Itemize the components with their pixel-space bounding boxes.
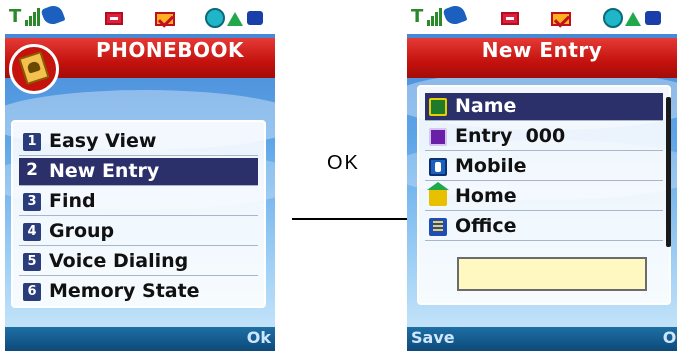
message-icon: [105, 12, 123, 25]
menu-item-label: Find: [49, 190, 96, 212]
status-bar: T: [5, 0, 275, 34]
phone-icon: [442, 3, 468, 27]
field-label: Mobile: [455, 155, 527, 177]
field-home[interactable]: Home: [425, 182, 663, 211]
alarm-clock-icon: [205, 8, 225, 28]
envelope-icon: [551, 12, 571, 26]
field-label: Office: [455, 215, 517, 237]
entry-number-icon: [429, 128, 447, 146]
entry-text-field[interactable]: [457, 257, 647, 291]
menu-list: 1 Easy View 2 New Entry 3 Find 4 Group 5…: [11, 120, 266, 308]
field-label: Home: [455, 185, 517, 207]
field-mobile[interactable]: Mobile: [425, 153, 663, 181]
menu-item-new-entry[interactable]: 2 New Entry: [19, 158, 258, 186]
transition-label: OK: [327, 152, 360, 174]
save-softkey[interactable]: Save: [411, 328, 455, 347]
mobile-phone-icon: [429, 158, 447, 176]
triangle-icon: [227, 12, 243, 26]
home-icon: [427, 182, 449, 206]
battery-icon: [645, 11, 661, 25]
menu-number-badge: 2: [26, 160, 38, 180]
triangle-icon: [625, 12, 641, 26]
menu-number-badge: 4: [23, 223, 41, 241]
scrollbar[interactable]: [666, 97, 671, 247]
field-label: Name: [455, 95, 517, 117]
title-bar: New Entry: [407, 38, 677, 78]
menu-number-badge: 1: [23, 133, 41, 151]
page-title: New Entry: [481, 38, 603, 62]
ok-softkey[interactable]: Ok: [663, 328, 677, 347]
name-card-icon: [429, 98, 447, 116]
softkey-bar: Save Ok: [407, 327, 677, 351]
signal-bars-icon: [25, 8, 41, 26]
menu-item-label: New Entry: [49, 160, 160, 182]
menu-item-find[interactable]: 3 Find: [19, 188, 258, 216]
menu-item-memory-state[interactable]: 6 Memory State: [19, 278, 258, 306]
menu-item-label: Group: [49, 220, 115, 242]
menu-item-label: Voice Dialing: [49, 250, 189, 272]
menu-item-voice-dialing[interactable]: 5 Voice Dialing: [19, 248, 258, 276]
signal-bars-icon: [427, 8, 443, 26]
office-building-icon: [429, 218, 447, 236]
field-label: Entry 000: [455, 125, 566, 147]
envelope-icon: [155, 12, 175, 26]
phonebook-screen: T PHONEBOOK 1 Easy View 2 New Entry 3 Fi…: [5, 0, 275, 351]
menu-item-group[interactable]: 4 Group: [19, 218, 258, 246]
menu-item-easy-view[interactable]: 1 Easy View: [19, 128, 258, 156]
menu-number-badge: 6: [23, 283, 41, 301]
field-name[interactable]: Name: [425, 93, 663, 121]
signal-icon: T: [411, 6, 424, 27]
menu-number-badge: 3: [23, 193, 41, 211]
alarm-clock-icon: [603, 8, 623, 28]
entry-form: Name Entry 000 Mobile Home Office: [417, 85, 671, 305]
ok-softkey[interactable]: Ok: [247, 328, 271, 347]
menu-item-label: Memory State: [49, 280, 200, 302]
transition-arrow-line: [292, 218, 408, 220]
field-entry[interactable]: Entry 000: [425, 123, 663, 151]
menu-number-badge: 5: [23, 253, 41, 271]
phone-icon: [40, 3, 66, 27]
status-bar: T: [407, 0, 677, 34]
field-office[interactable]: Office: [425, 213, 663, 241]
menu-item-label: Easy View: [49, 130, 157, 152]
new-entry-screen: T New Entry Name Entry 000 Mobile Home O…: [407, 0, 677, 351]
softkey-bar: Ok: [5, 327, 275, 351]
message-icon: [501, 12, 519, 25]
signal-icon: T: [9, 6, 22, 27]
battery-icon: [247, 11, 263, 25]
phonebook-icon: [9, 38, 61, 96]
